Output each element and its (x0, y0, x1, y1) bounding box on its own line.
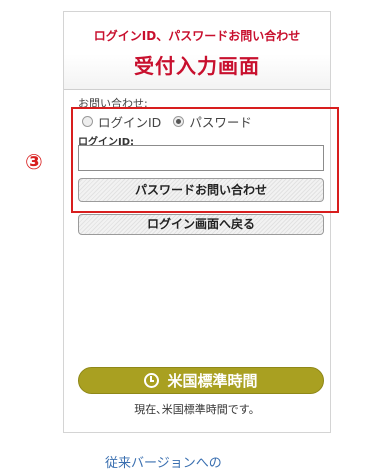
panel-header: ログインID、パスワードお問い合わせ 受付入力画面 (64, 12, 330, 90)
us-standard-time-button[interactable]: 米国標準時間 (78, 367, 324, 394)
us-standard-time-label: 米国標準時間 (167, 372, 258, 390)
annotation-highlight-box (71, 107, 339, 213)
header-subtitle: ログインID、パスワードお問い合わせ (93, 29, 301, 43)
step-marker-3: ③ (25, 150, 43, 174)
page-title: 受付入力画面 (134, 54, 260, 78)
back-to-login-button[interactable]: ログイン画面へ戻る (78, 214, 324, 235)
login-inquiry-panel: ログインID、パスワードお問い合わせ 受付入力画面 お問い合わせ: ログインID… (63, 11, 331, 433)
legacy-version-link[interactable]: 従来バージョンへの (105, 452, 222, 471)
time-status-note: 現在､米国標準時間です。 (134, 403, 260, 416)
clock-icon (144, 373, 160, 388)
